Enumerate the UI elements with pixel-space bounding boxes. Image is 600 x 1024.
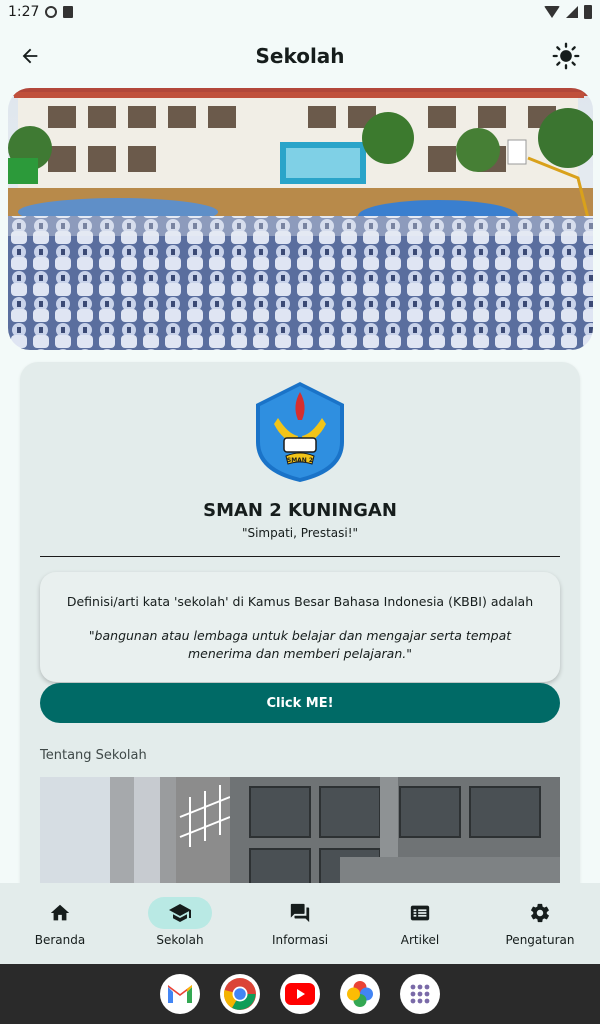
forum-icon <box>290 903 310 923</box>
status-bar: 1:27 <box>0 0 600 24</box>
nav-item-artikel[interactable]: Artikel <box>360 883 480 964</box>
sd-card-icon <box>63 6 74 18</box>
app-drawer-icon <box>410 984 430 1004</box>
nav-label: Sekolah <box>156 933 204 947</box>
school-hero-photo <box>8 88 593 350</box>
nav-item-pengaturan[interactable]: Pengaturan <box>480 883 600 964</box>
home-icon <box>50 904 70 921</box>
gmail-app[interactable] <box>160 974 200 1014</box>
nav-label: Beranda <box>34 933 86 947</box>
click-me-button[interactable]: Click ME! <box>40 683 560 723</box>
photos-app[interactable] <box>340 974 380 1014</box>
school-logo-text: SMAN 2 <box>287 457 313 464</box>
arrow-back-icon <box>22 48 38 64</box>
sun-icon <box>552 42 580 70</box>
nav-pill <box>268 897 332 929</box>
wifi-icon <box>544 6 560 18</box>
battery-icon <box>584 5 592 19</box>
nav-pill <box>28 897 92 929</box>
definition-quote: "bangunan atau lembaga untuk belajar dan… <box>88 628 512 661</box>
school-icon <box>169 904 191 922</box>
system-dock <box>0 964 600 1024</box>
youtube-icon <box>285 983 315 1005</box>
chrome-app[interactable] <box>220 974 260 1014</box>
chrome-icon <box>223 978 256 1010</box>
sync-icon <box>45 6 58 18</box>
nav-label: Informasi <box>271 933 329 947</box>
nav-item-beranda[interactable]: Beranda <box>0 883 120 964</box>
school-info-card: SMAN 2 SMAN 2 KUNINGAN "Simpati, Prestas… <box>20 362 580 902</box>
theme-toggle-button[interactable] <box>550 40 582 72</box>
gmail-icon <box>168 985 192 1003</box>
signal-icon <box>566 6 578 18</box>
school-motto: "Simpati, Prestasi!" <box>241 526 359 540</box>
nav-label: Artikel <box>400 933 440 947</box>
page-title: Sekolah <box>255 44 345 68</box>
definition-box: Definisi/arti kata 'sekolah' di Kamus Be… <box>40 572 560 682</box>
nav-pill <box>388 897 452 929</box>
app-bar: Sekolah <box>0 24 600 88</box>
about-school-label: Tentang Sekolah <box>40 748 147 763</box>
nav-label: Pengaturan <box>505 933 575 947</box>
article-icon <box>410 905 430 921</box>
divider <box>40 556 560 557</box>
school-logo: SMAN 2 <box>248 380 352 484</box>
definition-intro: Definisi/arti kata 'sekolah' di Kamus Be… <box>66 594 534 609</box>
school-name: SMAN 2 KUNINGAN <box>203 500 397 521</box>
nav-pill <box>508 897 572 929</box>
status-time: 1:27 <box>8 4 40 20</box>
nav-item-informasi[interactable]: Informasi <box>240 883 360 964</box>
app-drawer[interactable] <box>400 974 440 1014</box>
back-button[interactable] <box>14 40 46 72</box>
bottom-navigation: Beranda Sekolah Informasi Artikel Pengat… <box>0 883 600 964</box>
nav-item-sekolah[interactable]: Sekolah <box>120 883 240 964</box>
settings-icon <box>531 903 549 923</box>
photos-icon <box>347 981 373 1007</box>
youtube-app[interactable] <box>280 974 320 1014</box>
nav-pill-active <box>148 897 212 929</box>
